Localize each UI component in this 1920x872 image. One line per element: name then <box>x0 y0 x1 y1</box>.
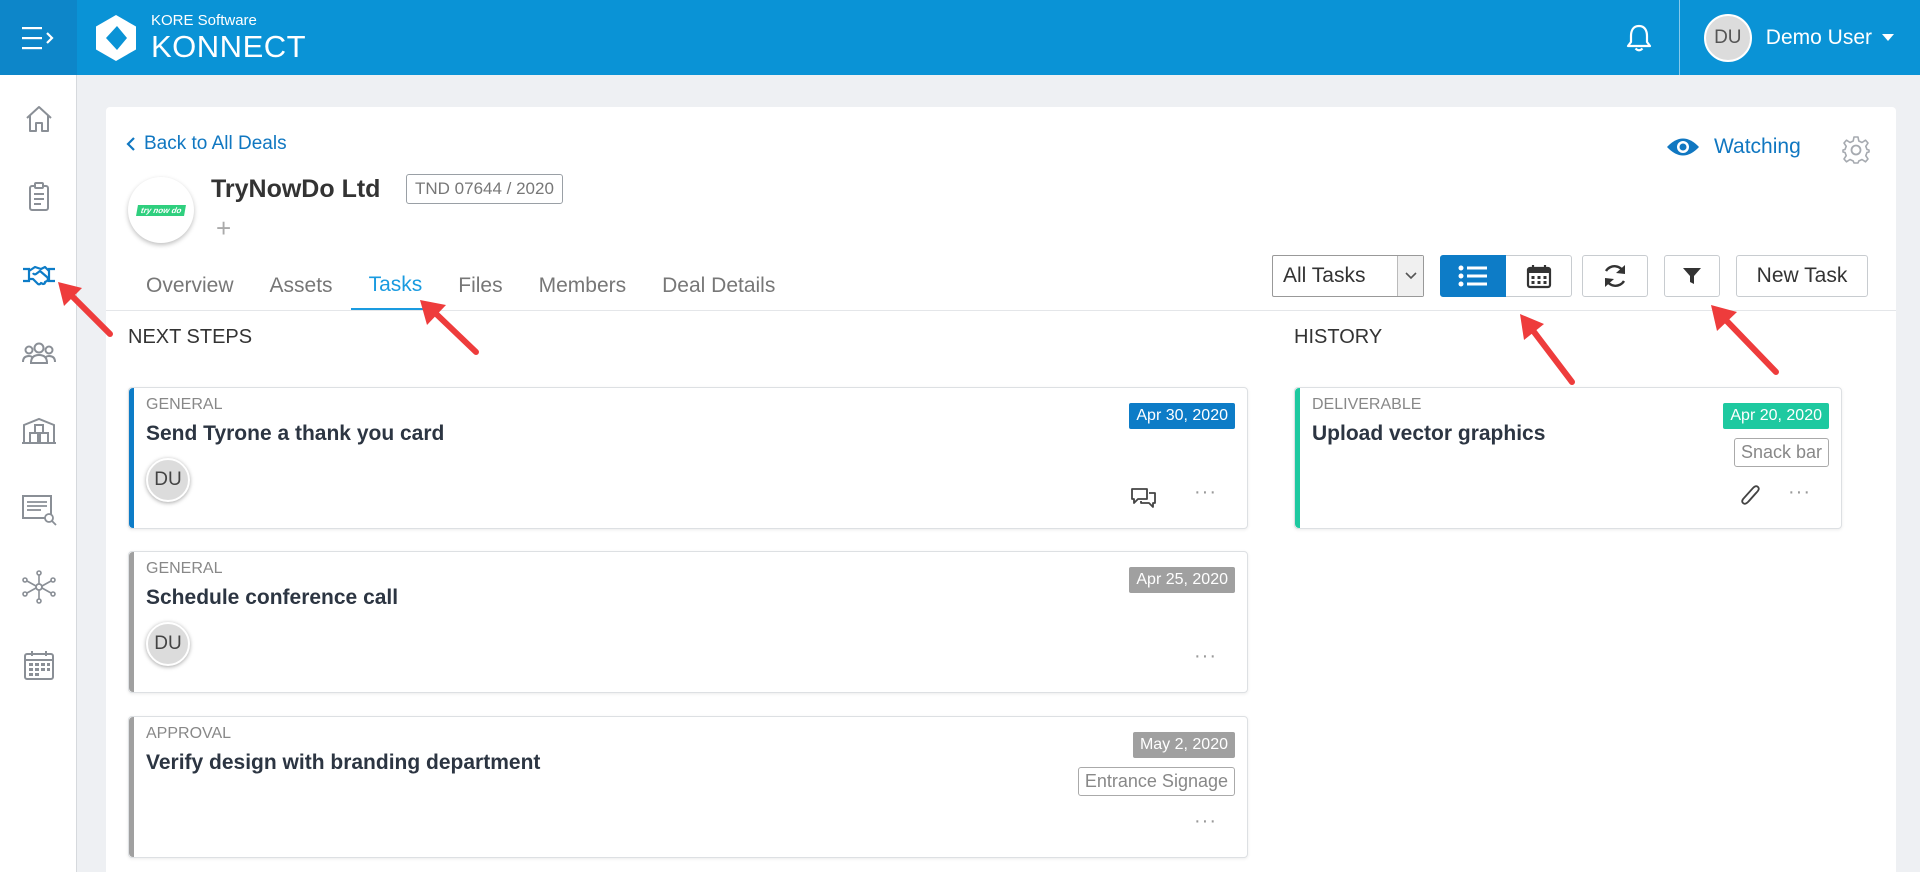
list-view-button[interactable] <box>1440 255 1506 297</box>
watching-toggle[interactable]: Watching <box>1666 135 1801 159</box>
task-type: DELIVERABLE <box>1312 396 1422 413</box>
calendar-icon <box>1526 265 1551 289</box>
task-more-button[interactable]: ··· <box>1194 645 1217 668</box>
task-more-button[interactable]: ··· <box>1194 810 1217 833</box>
task-asset-tag: Snack bar <box>1733 438 1829 467</box>
task-due-date: Apr 30, 2020 <box>1129 403 1235 429</box>
notifications-button[interactable] <box>1619 18 1659 58</box>
add-button[interactable]: + <box>216 213 231 244</box>
sidebar-item-inventory[interactable] <box>0 392 77 470</box>
refresh-icon <box>1604 265 1626 287</box>
calendar-view-button[interactable] <box>1506 255 1572 297</box>
tab-assets[interactable]: Assets <box>252 262 351 310</box>
assignee-avatar: DU <box>146 622 190 666</box>
people-icon <box>21 342 56 364</box>
menu-expand-icon <box>21 26 54 49</box>
task-title: Upload vector graphics <box>1312 422 1546 445</box>
back-to-deals-link[interactable]: Back to All Deals <box>126 133 287 155</box>
warehouse-icon <box>21 417 56 444</box>
deal-card: Back to All Deals try now do TryNowDo Lt… <box>106 107 1896 872</box>
tabs-divider <box>106 310 1896 311</box>
brand-subtitle: KORE Software <box>151 12 257 29</box>
task-card[interactable]: DELIVERABLE Upload vector graphics Apr 2… <box>1294 387 1842 529</box>
eye-icon <box>1667 138 1699 156</box>
task-due-date: Apr 25, 2020 <box>1129 567 1235 593</box>
task-due-date: May 2, 2020 <box>1132 732 1235 758</box>
list-icon <box>1458 265 1487 287</box>
next-steps-title: NEXT STEPS <box>128 326 253 348</box>
task-card[interactable]: GENERAL Send Tyrone a thank you card Apr… <box>128 387 1248 529</box>
user-name: Demo User <box>1765 25 1872 49</box>
deal-code-badge: TND 07644 / 2020 <box>406 174 563 204</box>
deal-logo: try now do <box>128 177 194 243</box>
top-bar: KORE Software KONNECT DU Demo User <box>0 0 1920 75</box>
task-card[interactable]: APPROVAL Verify design with branding dep… <box>128 716 1248 858</box>
task-more-button[interactable]: ··· <box>1194 481 1217 504</box>
task-status-bar <box>129 388 134 528</box>
task-title: Schedule conference call <box>146 586 399 609</box>
network-icon <box>21 570 56 604</box>
user-avatar: DU <box>1703 13 1752 62</box>
settings-button[interactable] <box>1841 135 1871 170</box>
paperclip-icon <box>1741 485 1760 505</box>
task-more-button[interactable]: ··· <box>1788 481 1811 504</box>
chevron-down-icon <box>1397 256 1423 296</box>
home-icon <box>25 106 52 132</box>
task-type: GENERAL <box>146 560 223 577</box>
kore-logo-icon <box>96 14 136 61</box>
tab-files[interactable]: Files <box>440 262 520 310</box>
deal-logo-text: try now do <box>135 204 187 216</box>
bell-icon <box>1626 24 1651 51</box>
task-asset-tag: Entrance Signage <box>1077 767 1235 796</box>
deal-tabs: Overview Assets Tasks Files Members Deal… <box>106 262 793 310</box>
task-due-date: Apr 20, 2020 <box>1723 403 1829 429</box>
kore-logo[interactable]: KORE Software KONNECT <box>91 13 306 63</box>
refresh-button[interactable] <box>1582 255 1648 297</box>
tab-members[interactable]: Members <box>521 262 645 310</box>
comments-icon <box>1131 488 1156 508</box>
chevron-left-icon <box>126 137 135 151</box>
task-title: Verify design with branding department <box>146 751 541 774</box>
filter-button[interactable] <box>1664 255 1720 297</box>
task-card[interactable]: GENERAL Schedule conference call Apr 25,… <box>128 551 1248 693</box>
sidebar <box>0 75 77 872</box>
sidebar-item-deals[interactable] <box>0 236 77 314</box>
sidebar-item-reports[interactable] <box>0 470 77 548</box>
sidebar-item-calendar[interactable] <box>0 626 77 704</box>
user-menu[interactable]: DU Demo User <box>1680 0 1920 75</box>
calendar-icon <box>23 651 54 680</box>
back-link-label: Back to All Deals <box>144 133 287 154</box>
report-search-icon <box>21 495 57 526</box>
sidebar-item-tasks[interactable] <box>0 158 77 236</box>
brand-title: KONNECT <box>151 29 307 64</box>
task-status-bar <box>1295 388 1300 528</box>
task-type: GENERAL <box>146 396 223 413</box>
tab-tasks[interactable]: Tasks <box>350 262 441 310</box>
assignee-avatar: DU <box>146 458 190 502</box>
tab-overview[interactable]: Overview <box>106 262 252 310</box>
task-status-bar <box>129 552 134 692</box>
menu-toggle-button[interactable] <box>0 0 77 75</box>
sidebar-item-network[interactable] <box>0 548 77 626</box>
clipboard-icon <box>28 182 49 211</box>
filter-icon <box>1683 268 1701 284</box>
new-task-button[interactable]: New Task <box>1736 255 1868 297</box>
gear-icon <box>1842 136 1870 164</box>
task-type: APPROVAL <box>146 725 232 742</box>
task-status-bar <box>129 717 134 857</box>
sidebar-item-contacts[interactable] <box>0 314 77 392</box>
deal-name: TryNowDo Ltd <box>211 175 381 203</box>
history-title: HISTORY <box>1294 326 1383 348</box>
caret-down-icon <box>1882 34 1894 41</box>
watching-label: Watching <box>1714 135 1801 158</box>
attachment-button[interactable] <box>1739 484 1761 515</box>
comments-button[interactable] <box>1130 486 1158 515</box>
sidebar-item-home[interactable] <box>0 80 77 158</box>
task-filter-select[interactable]: All Tasks <box>1272 255 1424 297</box>
task-filter-value: All Tasks <box>1283 264 1366 287</box>
task-title: Send Tyrone a thank you card <box>146 422 445 445</box>
view-toggle-group <box>1440 255 1572 297</box>
tab-deal-details[interactable]: Deal Details <box>644 262 793 310</box>
handshake-icon <box>22 265 55 286</box>
